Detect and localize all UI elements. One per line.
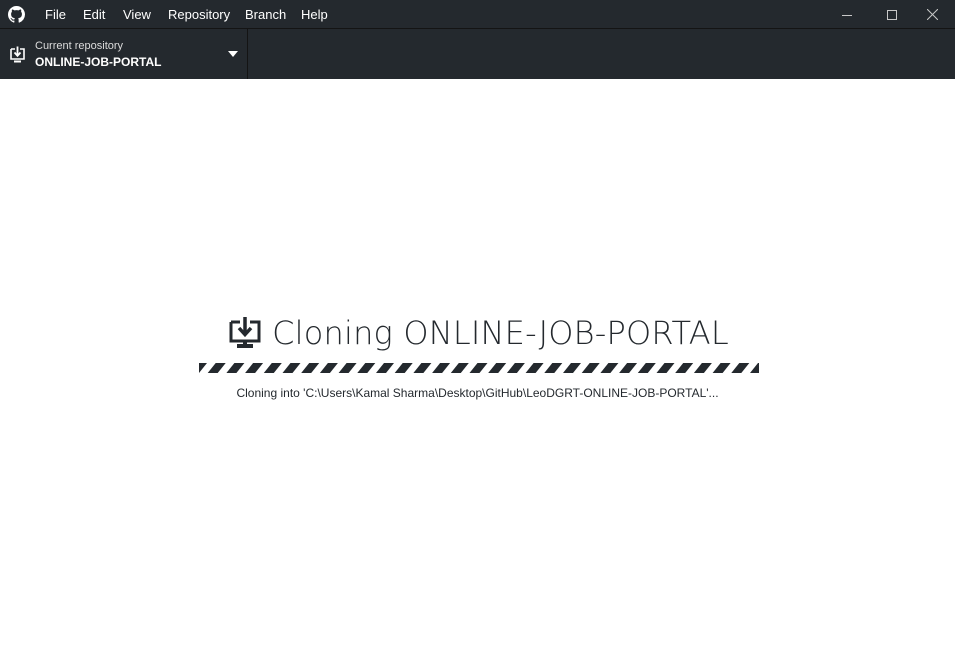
progress-stripe	[731, 363, 750, 373]
menu-edit[interactable]: Edit	[81, 0, 107, 29]
progress-stripe	[600, 363, 619, 373]
progress-stripe	[338, 363, 357, 373]
menu-branch[interactable]: Branch	[243, 0, 288, 29]
progress-stripe	[506, 363, 525, 373]
clone-title: Cloning ONLINE-JOB-PORTAL	[272, 314, 729, 352]
progress-stripe	[450, 363, 469, 373]
progress-stripe	[199, 363, 207, 373]
toolbar: Current repository ONLINE-JOB-PORTAL	[0, 29, 955, 79]
menu-view[interactable]: View	[121, 0, 153, 29]
progress-stripe	[563, 363, 581, 373]
repo-clone-icon	[10, 46, 25, 63]
maximize-icon	[887, 9, 897, 20]
minimize-button[interactable]	[824, 0, 870, 29]
progress-stripe	[581, 363, 600, 373]
title-bar: File Edit View Repository Branch Help	[0, 0, 955, 29]
triangle-down-icon[interactable]	[228, 51, 238, 57]
progress-stripe	[245, 363, 264, 373]
current-repository-selector[interactable]: Current repository ONLINE-JOB-PORTAL	[0, 29, 248, 79]
menu-help[interactable]: Help	[299, 0, 330, 29]
progress-stripe	[394, 363, 413, 373]
clone-progress-bar	[199, 363, 759, 373]
progress-stripe	[488, 363, 507, 373]
progress-stripe	[750, 363, 759, 373]
progress-stripe	[357, 363, 376, 373]
progress-stripe	[301, 363, 320, 373]
progress-stripe	[207, 363, 226, 373]
progress-stripe	[693, 363, 712, 373]
progress-stripe	[226, 363, 245, 373]
progress-stripe	[469, 363, 488, 373]
progress-stripe	[376, 363, 394, 373]
progress-stripe	[282, 363, 301, 373]
progress-stripe	[263, 363, 282, 373]
menu-repository[interactable]: Repository	[166, 0, 232, 29]
repository-caption: Current repository	[35, 40, 124, 52]
close-button[interactable]	[909, 0, 955, 29]
github-logo-icon	[8, 6, 25, 23]
progress-stripe	[544, 363, 563, 373]
clone-status-text: Cloning into 'C:\Users\Kamal Sharma\Desk…	[236, 386, 719, 400]
progress-stripe	[413, 363, 432, 373]
clone-heading: Cloning ONLINE-JOB-PORTAL	[0, 311, 955, 355]
progress-stripe	[319, 363, 338, 373]
menu-file[interactable]: File	[43, 0, 68, 29]
close-icon	[926, 9, 938, 20]
progress-stripe	[432, 363, 451, 373]
progress-stripe	[656, 363, 675, 373]
progress-stripe	[619, 363, 638, 373]
progress-stripe	[525, 363, 544, 373]
progress-stripe	[637, 363, 656, 373]
minimize-icon	[842, 14, 852, 16]
progress-stripe	[675, 363, 694, 373]
clone-download-icon	[229, 317, 261, 348]
repository-name: ONLINE-JOB-PORTAL	[35, 55, 162, 69]
progress-stripe	[712, 363, 731, 373]
